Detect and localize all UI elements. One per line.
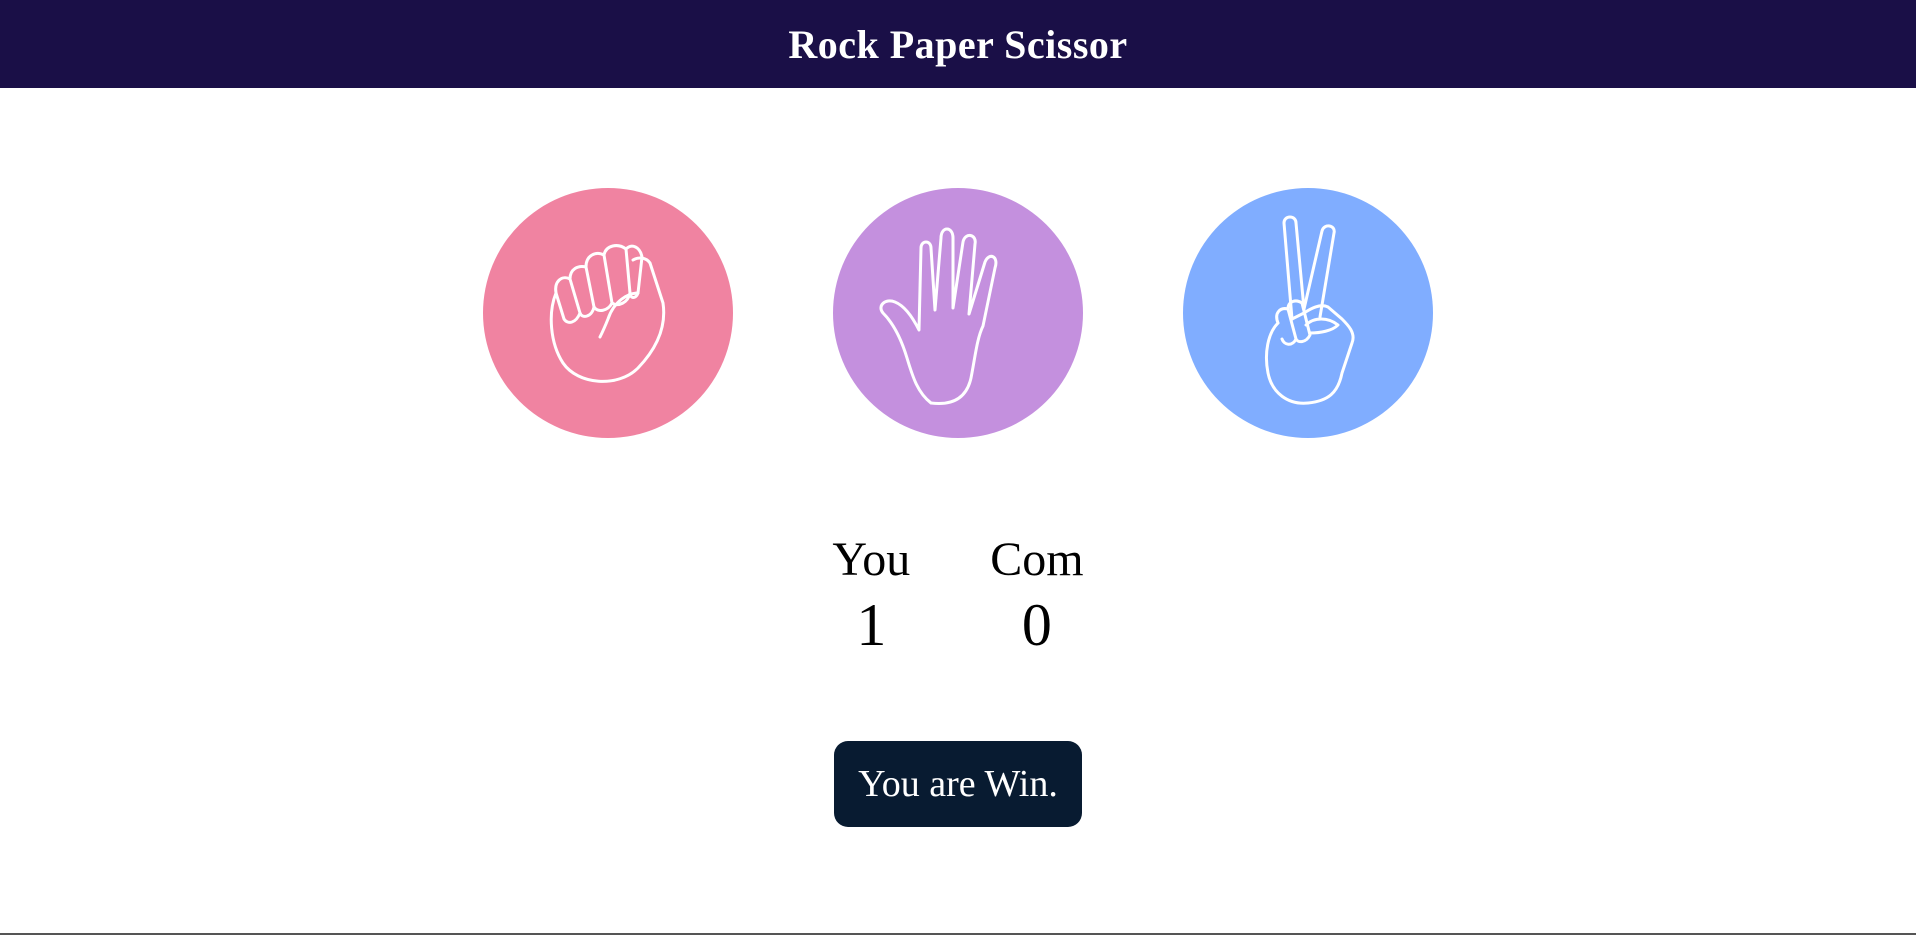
user-score: You 1 <box>832 530 910 660</box>
app-header: Rock Paper Scissor <box>0 0 1916 88</box>
computer-score-label: Com <box>990 533 1084 586</box>
paper-choice-button[interactable] <box>833 188 1083 438</box>
rock-hand-icon <box>549 244 666 383</box>
paper-hand-icon <box>879 227 998 406</box>
user-score-value: 1 <box>856 592 887 658</box>
page-title: Rock Paper Scissor <box>788 21 1128 67</box>
computer-score-value: 0 <box>1021 592 1052 658</box>
scissors-hand-icon <box>1264 215 1355 405</box>
rock-choice-button[interactable] <box>483 188 733 438</box>
score-board: You 1 Com 0 <box>0 530 1916 660</box>
computer-score: Com 0 <box>990 530 1083 660</box>
scissors-choice-button[interactable] <box>1183 188 1433 438</box>
user-score-label: You <box>832 533 911 586</box>
result-message: You are Win. <box>834 741 1082 827</box>
